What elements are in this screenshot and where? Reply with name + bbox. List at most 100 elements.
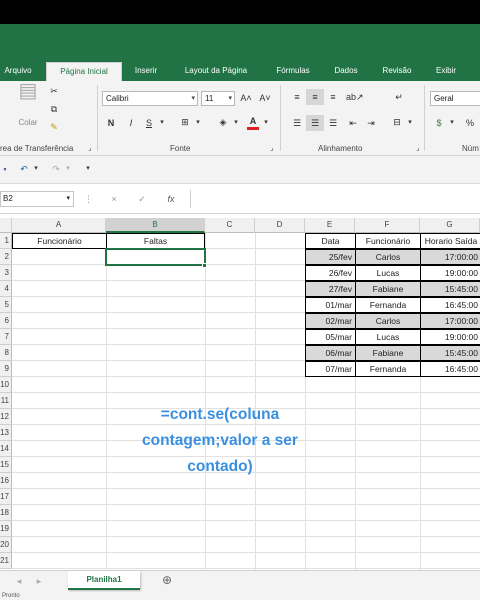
tab-exibir[interactable]: Exibir [426, 62, 466, 81]
borders-icon[interactable]: ⊞ [178, 116, 192, 128]
redo-icon[interactable]: ↷ [50, 163, 62, 175]
align-bottom-icon[interactable]: ≡ [326, 91, 340, 103]
table-cell[interactable]: 06/mar [305, 345, 356, 361]
table-cell[interactable]: 25/fev [305, 249, 356, 265]
align-middle-icon[interactable]: ≡ [306, 89, 324, 105]
italic-button[interactable]: I [126, 117, 136, 129]
paste-icon[interactable]: ▤ [16, 81, 40, 113]
table-cell[interactable]: Fernanda [355, 297, 421, 313]
row-header[interactable]: 10 [0, 377, 12, 393]
cancel-icon[interactable]: × [108, 193, 120, 205]
sheet-tab-planilha1[interactable]: Planilha1 [68, 571, 140, 590]
cell-b1[interactable]: Faltas [106, 233, 205, 249]
insert-function-icon[interactable]: fx [164, 193, 178, 205]
font-launcher-icon[interactable]: ⌟ [268, 143, 276, 155]
col-header-a[interactable]: A [12, 218, 106, 233]
name-box[interactable]: B2 ▾ [0, 191, 74, 207]
tab-pagina-inicial[interactable]: Página Inicial [46, 62, 122, 81]
chevron-down-icon[interactable]: ▾ [158, 117, 166, 129]
table-cell[interactable]: 01/mar [305, 297, 356, 313]
format-painter-icon[interactable]: ✎ [48, 121, 60, 133]
table-cell[interactable]: 27/fev [305, 281, 356, 297]
col-header-f[interactable]: F [355, 218, 420, 233]
underline-button[interactable]: S [144, 117, 154, 129]
currency-icon[interactable]: $ [432, 117, 446, 129]
table-cell[interactable]: 19:00:00 [420, 329, 480, 345]
row-header[interactable]: 11 [0, 393, 12, 409]
tab-revisao[interactable]: Revisão [374, 62, 420, 81]
col-header-d[interactable]: D [255, 218, 305, 233]
copy-icon[interactable]: ⧉ [48, 103, 60, 115]
align-center-icon[interactable]: ☰ [306, 115, 324, 131]
save-icon[interactable]: ▪ [0, 163, 10, 175]
table-cell[interactable]: 05/mar [305, 329, 356, 345]
table-cell[interactable]: Fabiane [355, 345, 421, 361]
col-header-b[interactable]: B [106, 218, 205, 233]
row-header[interactable]: 17 [0, 489, 12, 505]
col-header-c[interactable]: C [205, 218, 255, 233]
scroll-left-icon[interactable]: ◂ [14, 575, 24, 587]
table-cell[interactable]: 17:00:00 [420, 313, 480, 329]
customize-qat-icon[interactable]: ▾ [84, 163, 92, 175]
alignment-launcher-icon[interactable]: ⌟ [414, 143, 422, 155]
table-header-cell[interactable]: Data [305, 233, 356, 249]
table-cell[interactable]: 26/fev [305, 265, 356, 281]
row-header[interactable]: 9 [0, 361, 12, 377]
table-cell[interactable]: Carlos [355, 249, 421, 265]
table-cell[interactable]: 07/mar [305, 361, 356, 377]
tab-layout[interactable]: Layout da Página [174, 62, 258, 81]
row-header[interactable]: 12 [0, 409, 12, 425]
col-header-g[interactable]: G [420, 218, 480, 233]
cut-icon[interactable]: ✂ [48, 85, 60, 97]
table-cell[interactable]: 19:00:00 [420, 265, 480, 281]
row-header[interactable]: 7 [0, 329, 12, 345]
grow-font-icon[interactable]: A˄ [240, 92, 252, 104]
select-all-corner[interactable] [0, 218, 12, 233]
selected-cell-b2[interactable] [105, 248, 206, 266]
clipboard-launcher-icon[interactable]: ⌟ [86, 143, 94, 155]
shrink-font-icon[interactable]: A˅ [259, 92, 271, 104]
row-header[interactable]: 21 [0, 553, 12, 569]
table-cell[interactable]: 16:45:00 [420, 297, 480, 313]
chevron-down-icon[interactable]: ▾ [32, 163, 40, 175]
table-cell[interactable]: 02/mar [305, 313, 356, 329]
fill-color-icon[interactable]: ◈ [216, 116, 230, 128]
table-cell[interactable]: 15:45:00 [420, 345, 480, 361]
col-header-e[interactable]: E [305, 218, 355, 233]
row-header[interactable]: 2 [0, 249, 12, 265]
align-left-icon[interactable]: ☰ [290, 117, 304, 129]
orientation-icon[interactable]: ab↗ [346, 91, 364, 103]
tab-formulas[interactable]: Fórmulas [266, 62, 320, 81]
confirm-icon[interactable]: ✓ [136, 193, 148, 205]
chevron-down-icon[interactable]: ▾ [262, 117, 270, 129]
cell-a1[interactable]: Funcionário [12, 233, 107, 249]
formula-input[interactable] [190, 190, 480, 208]
row-header[interactable]: 1 [0, 233, 12, 249]
table-header-cell[interactable]: Horario Saída [420, 233, 480, 249]
row-header[interactable]: 20 [0, 537, 12, 553]
table-cell[interactable]: Fabiane [355, 281, 421, 297]
wrap-text-icon[interactable]: ↵ [392, 91, 406, 103]
tab-arquivo[interactable]: Arquivo [0, 62, 36, 81]
table-cell[interactable]: Lucas [355, 329, 421, 345]
font-color-icon[interactable]: A [247, 115, 259, 130]
bold-button[interactable]: N [106, 117, 116, 129]
row-header[interactable]: 4 [0, 281, 12, 297]
chevron-down-icon[interactable]: ▾ [194, 117, 202, 129]
number-format-combo[interactable]: Geral [430, 91, 480, 106]
row-header[interactable]: 3 [0, 265, 12, 281]
percent-button[interactable]: % [464, 117, 476, 129]
row-header[interactable]: 6 [0, 313, 12, 329]
row-header[interactable]: 8 [0, 345, 12, 361]
scroll-right-icon[interactable]: ▸ [34, 575, 44, 587]
row-header[interactable]: 16 [0, 473, 12, 489]
chevron-down-icon[interactable]: ▾ [64, 163, 72, 175]
increase-indent-icon[interactable]: ⇥ [364, 117, 378, 129]
align-top-icon[interactable]: ≡ [290, 91, 304, 103]
table-cell[interactable]: 17:00:00 [420, 249, 480, 265]
undo-icon[interactable]: ↶ [18, 163, 30, 175]
table-cell[interactable]: 15:45:00 [420, 281, 480, 297]
row-header[interactable]: 18 [0, 505, 12, 521]
table-cell[interactable]: 16:45:00 [420, 361, 480, 377]
table-cell[interactable]: Carlos [355, 313, 421, 329]
